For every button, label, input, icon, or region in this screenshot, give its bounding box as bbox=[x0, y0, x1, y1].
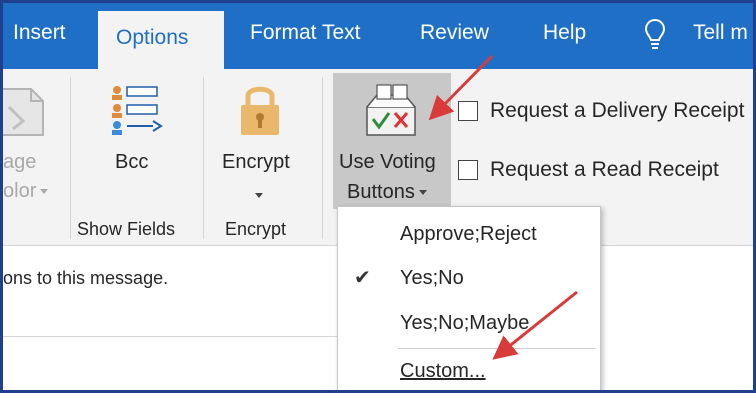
menu-item-label: Yes;No bbox=[400, 267, 464, 289]
menu-item-approve-reject[interactable]: Approve;Reject bbox=[338, 215, 600, 259]
tab-help[interactable]: Help bbox=[543, 21, 586, 45]
ribbon-tab-bar: Insert Options Format Text Review Help T… bbox=[3, 3, 753, 69]
use-voting-buttons-button[interactable]: Use Voting Buttons bbox=[333, 73, 451, 209]
group-separator bbox=[322, 77, 323, 239]
tab-format-text[interactable]: Format Text bbox=[250, 21, 360, 45]
page-color-icon bbox=[3, 88, 44, 136]
group-separator bbox=[70, 77, 71, 239]
menu-separator bbox=[398, 348, 596, 349]
voting-ballot-icon bbox=[366, 84, 416, 136]
menu-item-custom[interactable]: Custom... bbox=[338, 352, 600, 390]
checkmark-icon: ✔ bbox=[354, 267, 371, 289]
message-info-text: ons to this message. bbox=[3, 268, 169, 288]
menu-item-yes-no[interactable]: ✔ Yes;No bbox=[338, 259, 600, 303]
group-label-show-fields: Show Fields bbox=[77, 219, 176, 239]
lightbulb-icon[interactable] bbox=[644, 18, 666, 52]
lock-icon[interactable] bbox=[237, 81, 283, 137]
tab-options[interactable]: Options bbox=[98, 11, 224, 69]
group-separator bbox=[203, 77, 204, 239]
menu-item-yes-no-maybe[interactable]: Yes;No;Maybe bbox=[338, 304, 600, 348]
menu-item-label: Approve;Reject bbox=[400, 223, 537, 245]
read-receipt-checkbox[interactable] bbox=[458, 160, 478, 180]
delivery-receipt-label[interactable]: Request a Delivery Receipt bbox=[490, 99, 744, 123]
message-divider bbox=[3, 336, 343, 337]
page-color-label-line1[interactable]: age bbox=[3, 151, 36, 174]
bcc-icon[interactable] bbox=[109, 83, 165, 135]
page-color-label-line2[interactable]: olor bbox=[3, 180, 49, 203]
delivery-receipt-checkbox[interactable] bbox=[458, 101, 478, 121]
read-receipt-label[interactable]: Request a Read Receipt bbox=[490, 158, 719, 182]
tell-me-search[interactable]: Tell m bbox=[693, 21, 748, 45]
voting-options-menu: Approve;Reject ✔ Yes;No Yes;No;Maybe Cus… bbox=[337, 206, 601, 390]
voting-label-line2: Buttons bbox=[347, 181, 427, 204]
outlook-window: Insert Options Format Text Review Help T… bbox=[0, 0, 756, 393]
group-label-encrypt: Encrypt bbox=[225, 219, 287, 239]
bcc-button[interactable]: Bcc bbox=[115, 151, 148, 174]
menu-item-label: Custom... bbox=[400, 360, 486, 382]
tab-review[interactable]: Review bbox=[420, 21, 489, 45]
encrypt-button[interactable]: Encrypt bbox=[222, 151, 290, 174]
encrypt-dropdown-caret[interactable] bbox=[255, 187, 263, 205]
menu-item-label: Yes;No;Maybe bbox=[400, 312, 530, 334]
tab-insert[interactable]: Insert bbox=[13, 21, 66, 45]
voting-label-line1: Use Voting bbox=[339, 151, 436, 173]
